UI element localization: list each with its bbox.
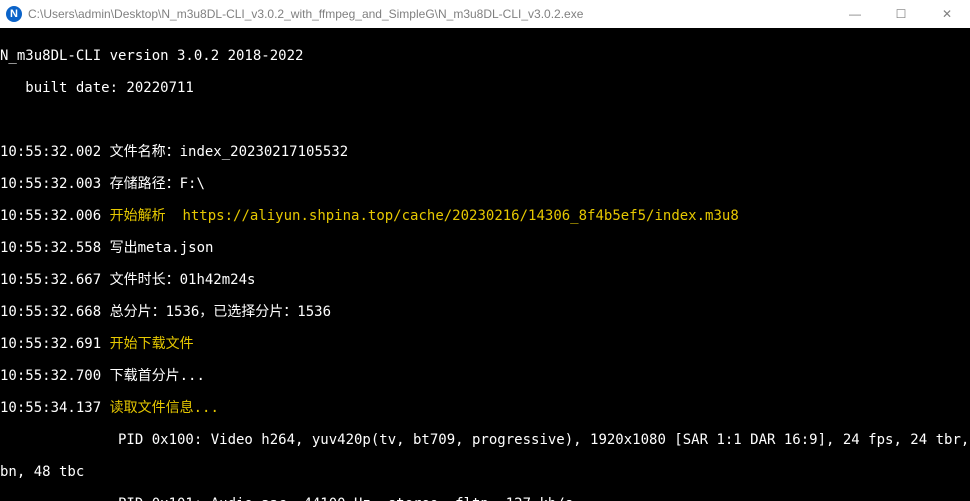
window-controls: — ☐ ✕ — [832, 0, 970, 28]
blank-line — [0, 112, 970, 128]
close-button[interactable]: ✕ — [924, 0, 970, 28]
window-titlebar: N C:\Users\admin\Desktop\N_m3u8DL-CLI_v3… — [0, 0, 970, 28]
log-line: 10:55:32.003 存储路径：F:\ — [0, 176, 970, 192]
log-line: 10:55:34.137 读取文件信息... — [0, 400, 970, 416]
window-title: C:\Users\admin\Desktop\N_m3u8DL-CLI_v3.0… — [28, 7, 832, 21]
version-line: N_m3u8DL-CLI version 3.0.2 2018-2022 — [0, 48, 970, 64]
built-line: built date: 20220711 — [0, 80, 970, 96]
stream-audio-line: PID 0x101: Audio aac, 44100 Hz, stereo, … — [0, 496, 970, 501]
log-line: 10:55:32.668 总分片：1536，已选择分片：1536 — [0, 304, 970, 320]
minimize-button[interactable]: — — [832, 0, 878, 28]
log-line: 10:55:32.558 写出meta.json — [0, 240, 970, 256]
log-line: 10:55:32.667 文件时长：01h42m24s — [0, 272, 970, 288]
log-line: 10:55:32.691 开始下载文件 — [0, 336, 970, 352]
terminal-output[interactable]: N_m3u8DL-CLI version 3.0.2 2018-2022 bui… — [0, 28, 970, 501]
maximize-button[interactable]: ☐ — [878, 0, 924, 28]
log-line: 10:55:32.002 文件名称：index_20230217105532 — [0, 144, 970, 160]
app-icon: N — [6, 6, 22, 22]
stream-video-line: PID 0x100: Video h264, yuv420p(tv, bt709… — [0, 432, 970, 448]
stream-video-line2: bn, 48 tbc — [0, 464, 970, 480]
log-line: 10:55:32.006 开始解析 https://aliyun.shpina.… — [0, 208, 970, 224]
log-line: 10:55:32.700 下载首分片... — [0, 368, 970, 384]
